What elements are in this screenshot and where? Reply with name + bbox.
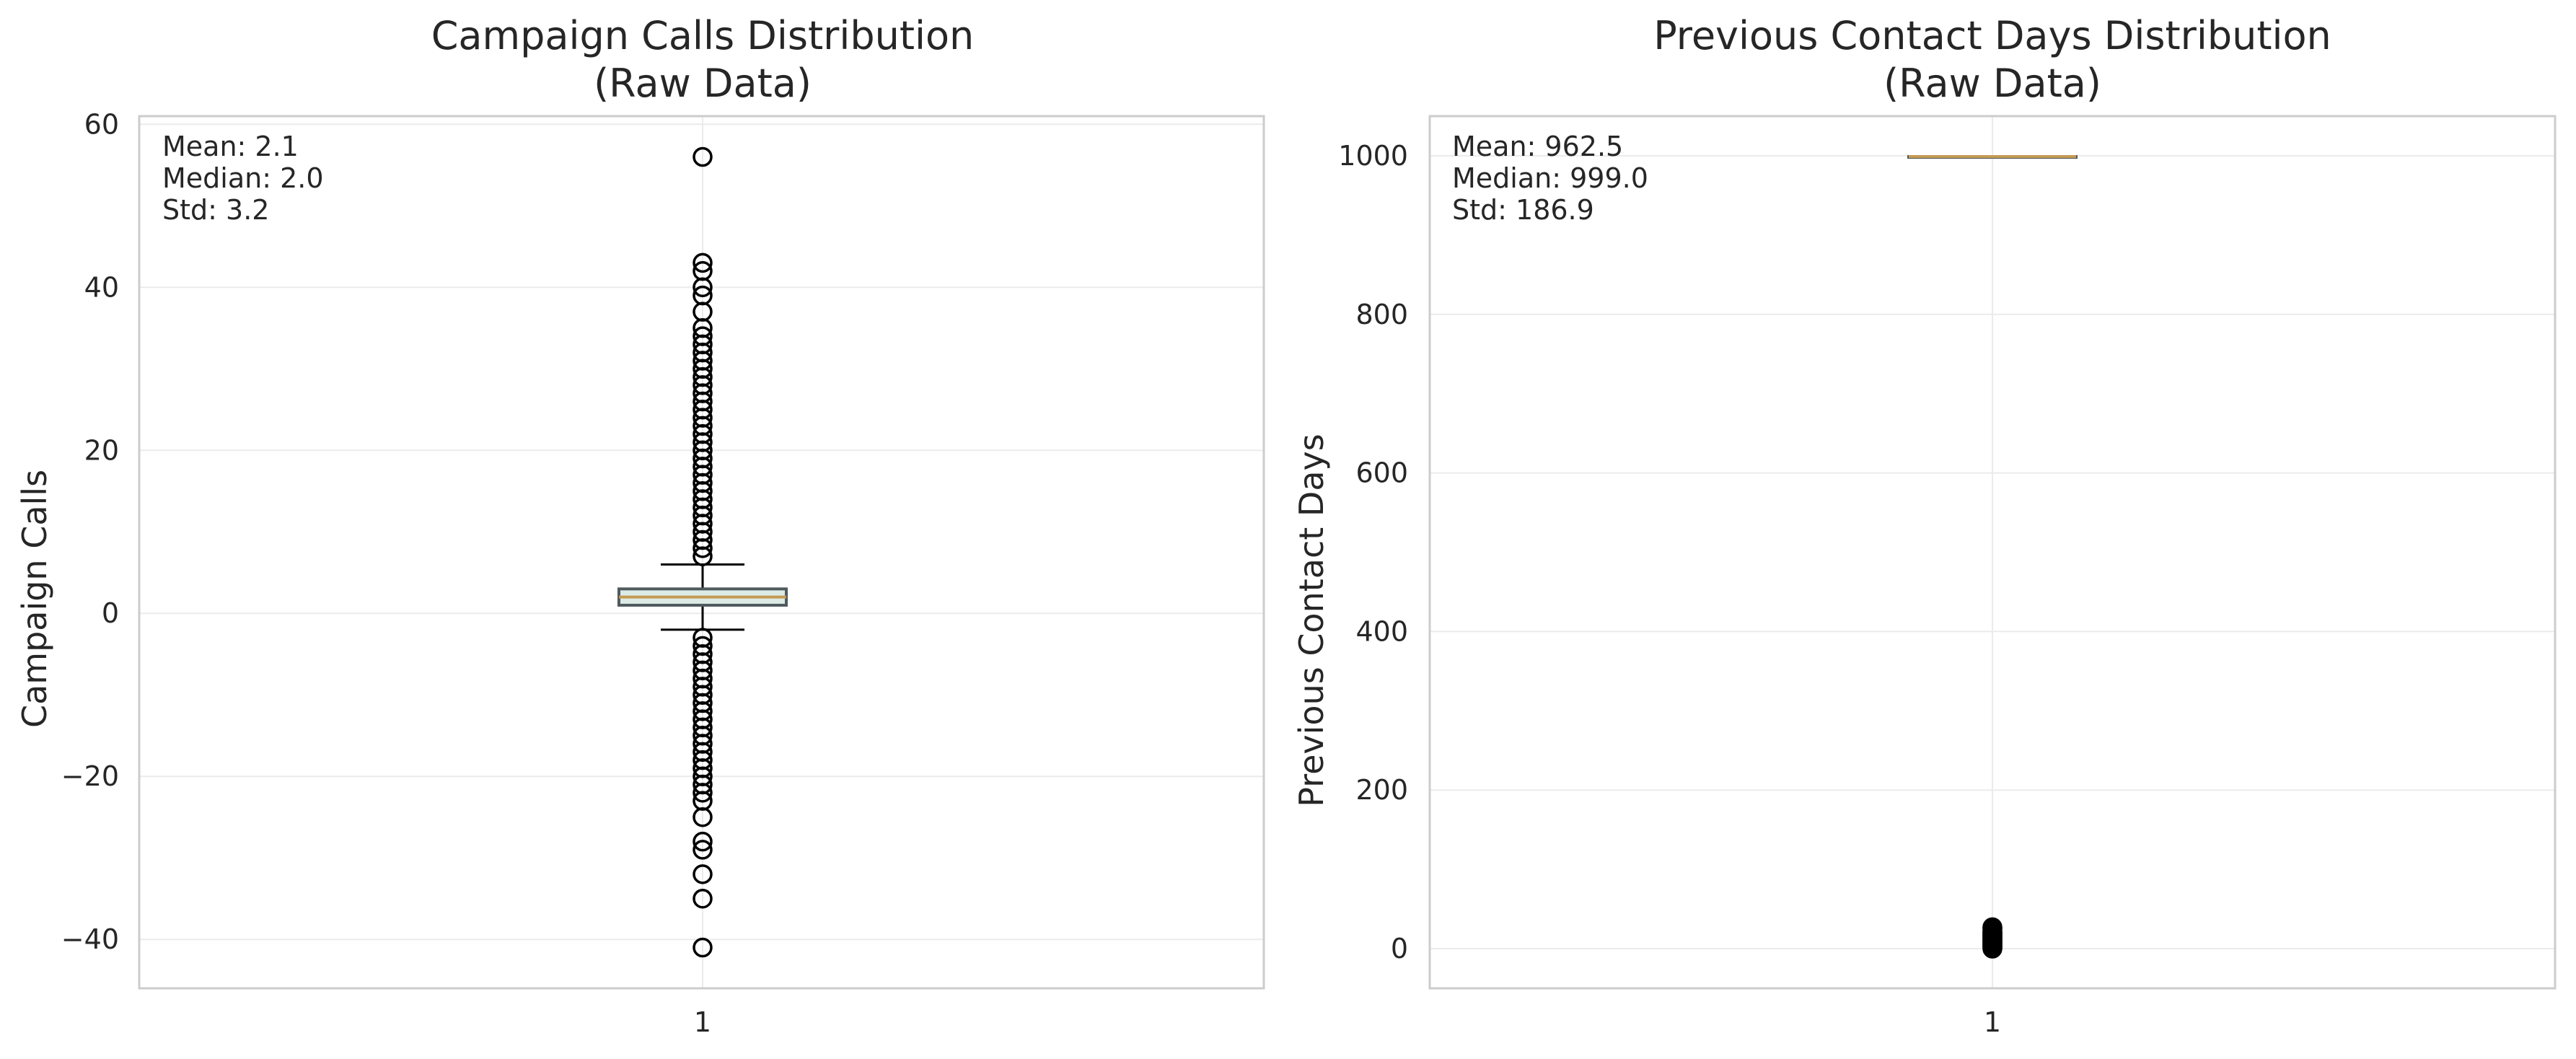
grid (1430, 116, 2555, 988)
y-tick-labels: 0 200 400 600 800 1000 (1338, 140, 1408, 964)
stats-median: Median: 999.0 (1452, 162, 1648, 194)
y-axis-label: Previous Contact Days (1292, 434, 1331, 807)
y-tick-label: −40 (61, 923, 119, 955)
y-tick-label: 600 (1355, 457, 1408, 489)
y-tick-label: 60 (84, 108, 119, 140)
y-tick-label: 1000 (1338, 140, 1408, 172)
y-tick-label: 200 (1355, 774, 1408, 806)
chart-title-line2: (Raw Data) (1883, 61, 2101, 106)
x-tick-label: 1 (1984, 1006, 2001, 1038)
y-tick-label: 0 (1391, 933, 1408, 964)
y-tick-labels: −40 −20 0 20 40 60 (61, 108, 119, 955)
x-tick-label: 1 (694, 1006, 711, 1038)
stats-std: Std: 3.2 (162, 194, 269, 226)
stats-mean: Mean: 962.5 (1452, 131, 1623, 162)
stats-median: Median: 2.0 (162, 162, 324, 194)
y-tick-label: 800 (1355, 299, 1408, 330)
outliers (1982, 917, 2003, 959)
y-tick-label: 20 (84, 434, 119, 466)
chart-title-line1: Campaign Calls Distribution (431, 13, 975, 58)
stats-mean: Mean: 2.1 (162, 131, 299, 162)
y-tick-label: 0 (102, 597, 119, 629)
y-tick-label: −20 (61, 760, 119, 792)
y-axis-label: Campaign Calls (15, 470, 54, 728)
y-tick-label: 40 (84, 271, 119, 303)
figure: Campaign Calls Distribution (Raw Data) C… (15, 13, 2557, 1038)
stats-std: Std: 186.9 (1452, 194, 1594, 226)
chart-panel-previous-contact-days: Previous Contact Days Distribution (Raw … (1292, 13, 2557, 1038)
boxplot (617, 563, 788, 631)
chart-title-line2: (Raw Data) (594, 61, 812, 106)
y-tick-label: 400 (1355, 615, 1408, 647)
chart-panel-campaign-calls: Campaign Calls Distribution (Raw Data) C… (15, 13, 1265, 1038)
chart-title-line1: Previous Contact Days Distribution (1653, 13, 2331, 58)
